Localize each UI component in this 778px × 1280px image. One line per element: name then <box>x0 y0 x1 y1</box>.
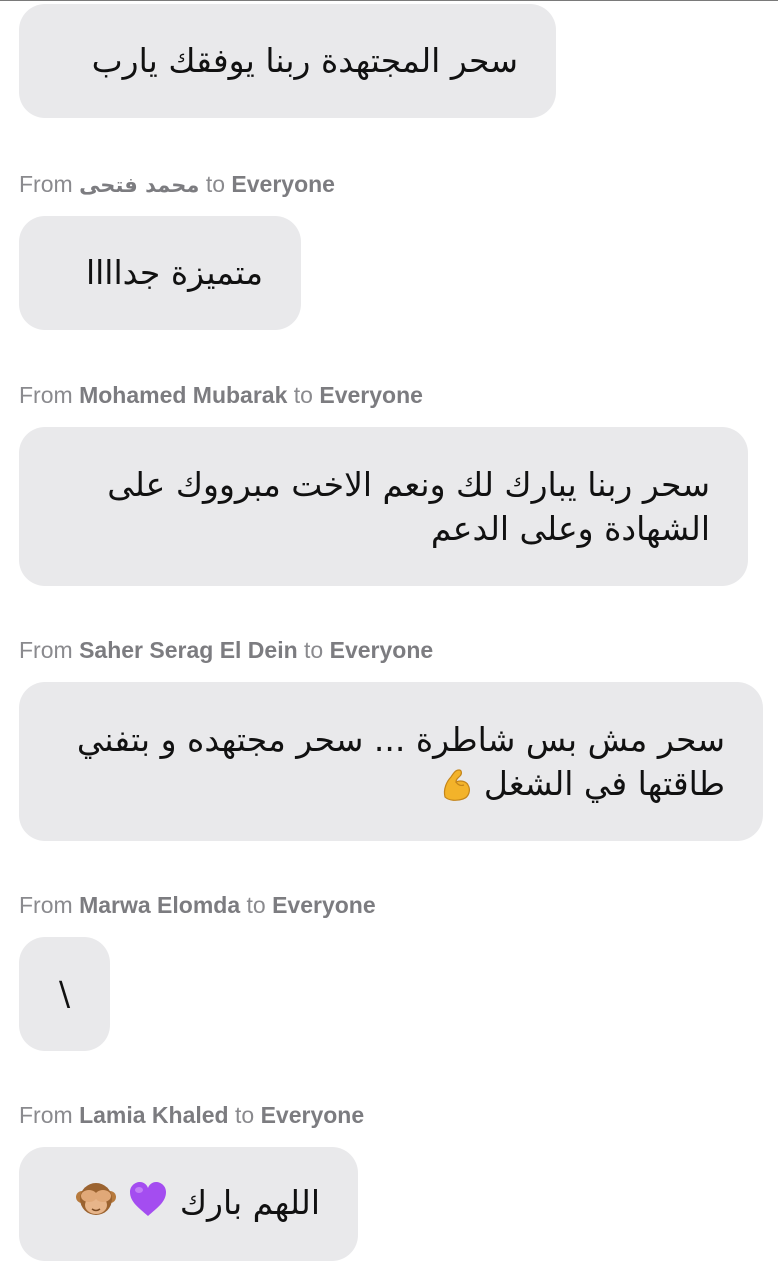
from-label: From <box>19 382 73 408</box>
sender-name: محمد فتحى <box>79 173 200 197</box>
from-label: From <box>19 892 73 918</box>
from-label: From <box>19 637 73 663</box>
message-text-with-emoji: سحر مش بس شاطرة ... سحر مجتهده و بتفني ط… <box>59 718 725 806</box>
message-sender-line: From Lamia Khaled to Everyone <box>19 1101 364 1129</box>
message-text: اللهم بارك <box>179 1182 320 1222</box>
from-label: From <box>19 171 73 197</box>
chat-message-bubble: سحر مش بس شاطرة ... سحر مجتهده و بتفني ط… <box>19 682 763 841</box>
message-text: سحر المجتهدة ربنا يوفقك يارب <box>91 41 518 80</box>
sender-name: Lamia Khaled <box>79 1102 229 1128</box>
sender-name: Marwa Elomda <box>79 892 241 918</box>
message-text: \ <box>58 974 71 1013</box>
to-label: to <box>205 171 226 197</box>
chat-message-bubble: سحر المجتهدة ربنا يوفقك يارب <box>19 4 556 118</box>
message-text-with-emoji: اللهم بارك <box>59 1179 320 1230</box>
recipient-name: Everyone <box>231 171 335 197</box>
sender-name: Mohamed Mubarak <box>79 382 288 408</box>
purple-heart-icon <box>127 1180 169 1229</box>
to-label: to <box>293 382 313 408</box>
to-label: to <box>304 637 324 663</box>
top-divider <box>0 0 778 1</box>
message-text: سحر ربنا يبارك لك ونعم الاخت مبرووك على … <box>107 464 710 548</box>
recipient-name: Everyone <box>319 382 423 408</box>
chat-message-bubble: سحر ربنا يبارك لك ونعم الاخت مبرووك على … <box>19 427 748 586</box>
chat-message-bubble: اللهم بارك <box>19 1147 358 1261</box>
from-label: From <box>19 1102 73 1128</box>
to-label: to <box>235 1102 255 1128</box>
message-sender-line: From محمد فتحى to Everyone <box>19 170 335 199</box>
chat-message-bubble: \ <box>19 937 110 1051</box>
message-sender-line: From Mohamed Mubarak to Everyone <box>19 381 423 409</box>
sender-name: Saher Serag El Dein <box>79 637 298 663</box>
recipient-name: Everyone <box>260 1102 365 1128</box>
message-sender-line: From Marwa Elomda to Everyone <box>19 891 376 919</box>
to-label: to <box>246 892 266 918</box>
message-text: سحر مش بس شاطرة ... سحر مجتهده و بتفني ط… <box>76 719 725 803</box>
message-text: متميزة جداااا <box>85 253 263 292</box>
recipient-name: Everyone <box>329 637 434 663</box>
chat-message-bubble: متميزة جداااا <box>19 216 301 330</box>
flexed-biceps-icon <box>441 767 473 803</box>
message-sender-line: From Saher Serag El Dein to Everyone <box>19 636 433 664</box>
see-no-evil-monkey-icon <box>75 1179 117 1230</box>
recipient-name: Everyone <box>272 892 376 918</box>
